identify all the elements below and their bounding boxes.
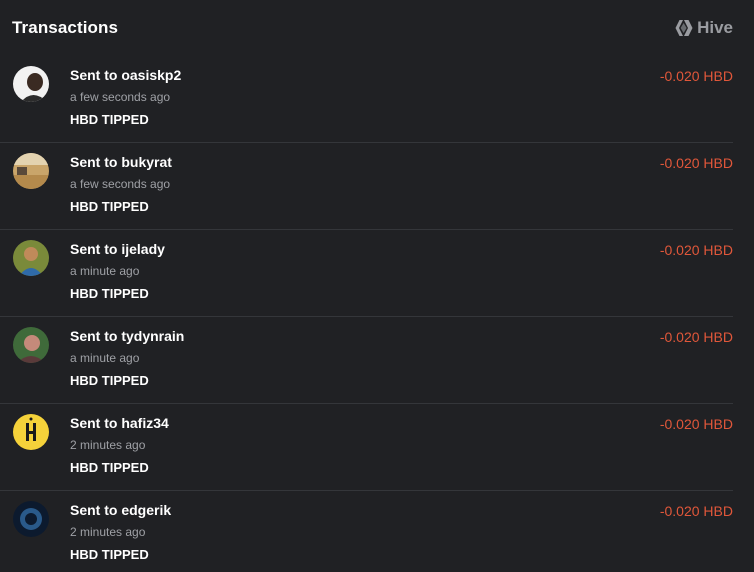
transaction-row[interactable]: Sent to hafiz34 2 minutes ago HBD TIPPED… [0, 404, 733, 491]
transaction-list: Sent to oasiskp2 a few seconds ago HBD T… [0, 56, 733, 572]
transaction-row[interactable]: Sent to edgerik 2 minutes ago HBD TIPPED… [0, 491, 733, 572]
avatar[interactable] [13, 501, 49, 537]
sent-prefix: Sent to [70, 415, 118, 431]
recipient-username[interactable]: edgerik [121, 502, 171, 518]
memo: HBD TIPPED [70, 547, 149, 562]
transactions-panel: Transactions Hive Sent to oasiskp2 a few… [0, 0, 754, 572]
amount: -0.020 HBD [659, 416, 733, 432]
sent-prefix: Sent to [70, 502, 118, 518]
transaction-row[interactable]: Sent to oasiskp2 a few seconds ago HBD T… [0, 56, 733, 143]
recipient-line: Sent to oasiskp2 [70, 67, 181, 83]
amount: -0.020 HBD [659, 68, 733, 84]
panel-title: Transactions [12, 18, 119, 37]
avatar[interactable] [13, 66, 49, 102]
sent-prefix: Sent to [70, 67, 118, 83]
amount: -0.020 HBD [659, 155, 733, 171]
transaction-row[interactable]: Sent to tydynrain a minute ago HBD TIPPE… [0, 317, 733, 404]
recipient-username[interactable]: hafiz34 [121, 415, 168, 431]
memo: HBD TIPPED [70, 199, 149, 214]
recipient-line: Sent to hafiz34 [70, 415, 169, 431]
timestamp: 2 minutes ago [70, 438, 146, 452]
recipient-username[interactable]: ijelady [121, 241, 165, 257]
memo: HBD TIPPED [70, 112, 149, 127]
sent-prefix: Sent to [70, 328, 118, 344]
timestamp: 2 minutes ago [70, 525, 146, 539]
avatar[interactable] [13, 327, 49, 363]
sent-prefix: Sent to [70, 154, 118, 170]
recipient-username[interactable]: oasiskp2 [121, 67, 181, 83]
timestamp: a few seconds ago [70, 90, 171, 104]
panel-header: Transactions Hive [0, 0, 754, 56]
hive-logo-icon [675, 20, 693, 36]
memo: HBD TIPPED [70, 286, 149, 301]
timestamp: a few seconds ago [70, 177, 171, 191]
recipient-line: Sent to tydynrain [70, 328, 184, 344]
timestamp: a minute ago [70, 351, 140, 365]
recipient-line: Sent to ijelady [70, 241, 165, 257]
brand-link[interactable]: Hive [675, 18, 733, 38]
avatar[interactable] [13, 153, 49, 189]
amount: -0.020 HBD [659, 329, 733, 345]
memo: HBD TIPPED [70, 373, 149, 388]
recipient-username[interactable]: tydynrain [121, 328, 184, 344]
recipient-username[interactable]: bukyrat [121, 154, 172, 170]
sent-prefix: Sent to [70, 241, 118, 257]
transaction-row[interactable]: Sent to bukyrat a few seconds ago HBD TI… [0, 143, 733, 230]
amount: -0.020 HBD [659, 242, 733, 258]
recipient-line: Sent to edgerik [70, 502, 171, 518]
recipient-line: Sent to bukyrat [70, 154, 172, 170]
amount: -0.020 HBD [659, 503, 733, 519]
timestamp: a minute ago [70, 264, 140, 278]
brand-label: Hive [697, 18, 733, 37]
avatar[interactable] [13, 240, 49, 276]
memo: HBD TIPPED [70, 460, 149, 475]
avatar[interactable] [13, 414, 49, 450]
transaction-row[interactable]: Sent to ijelady a minute ago HBD TIPPED … [0, 230, 733, 317]
